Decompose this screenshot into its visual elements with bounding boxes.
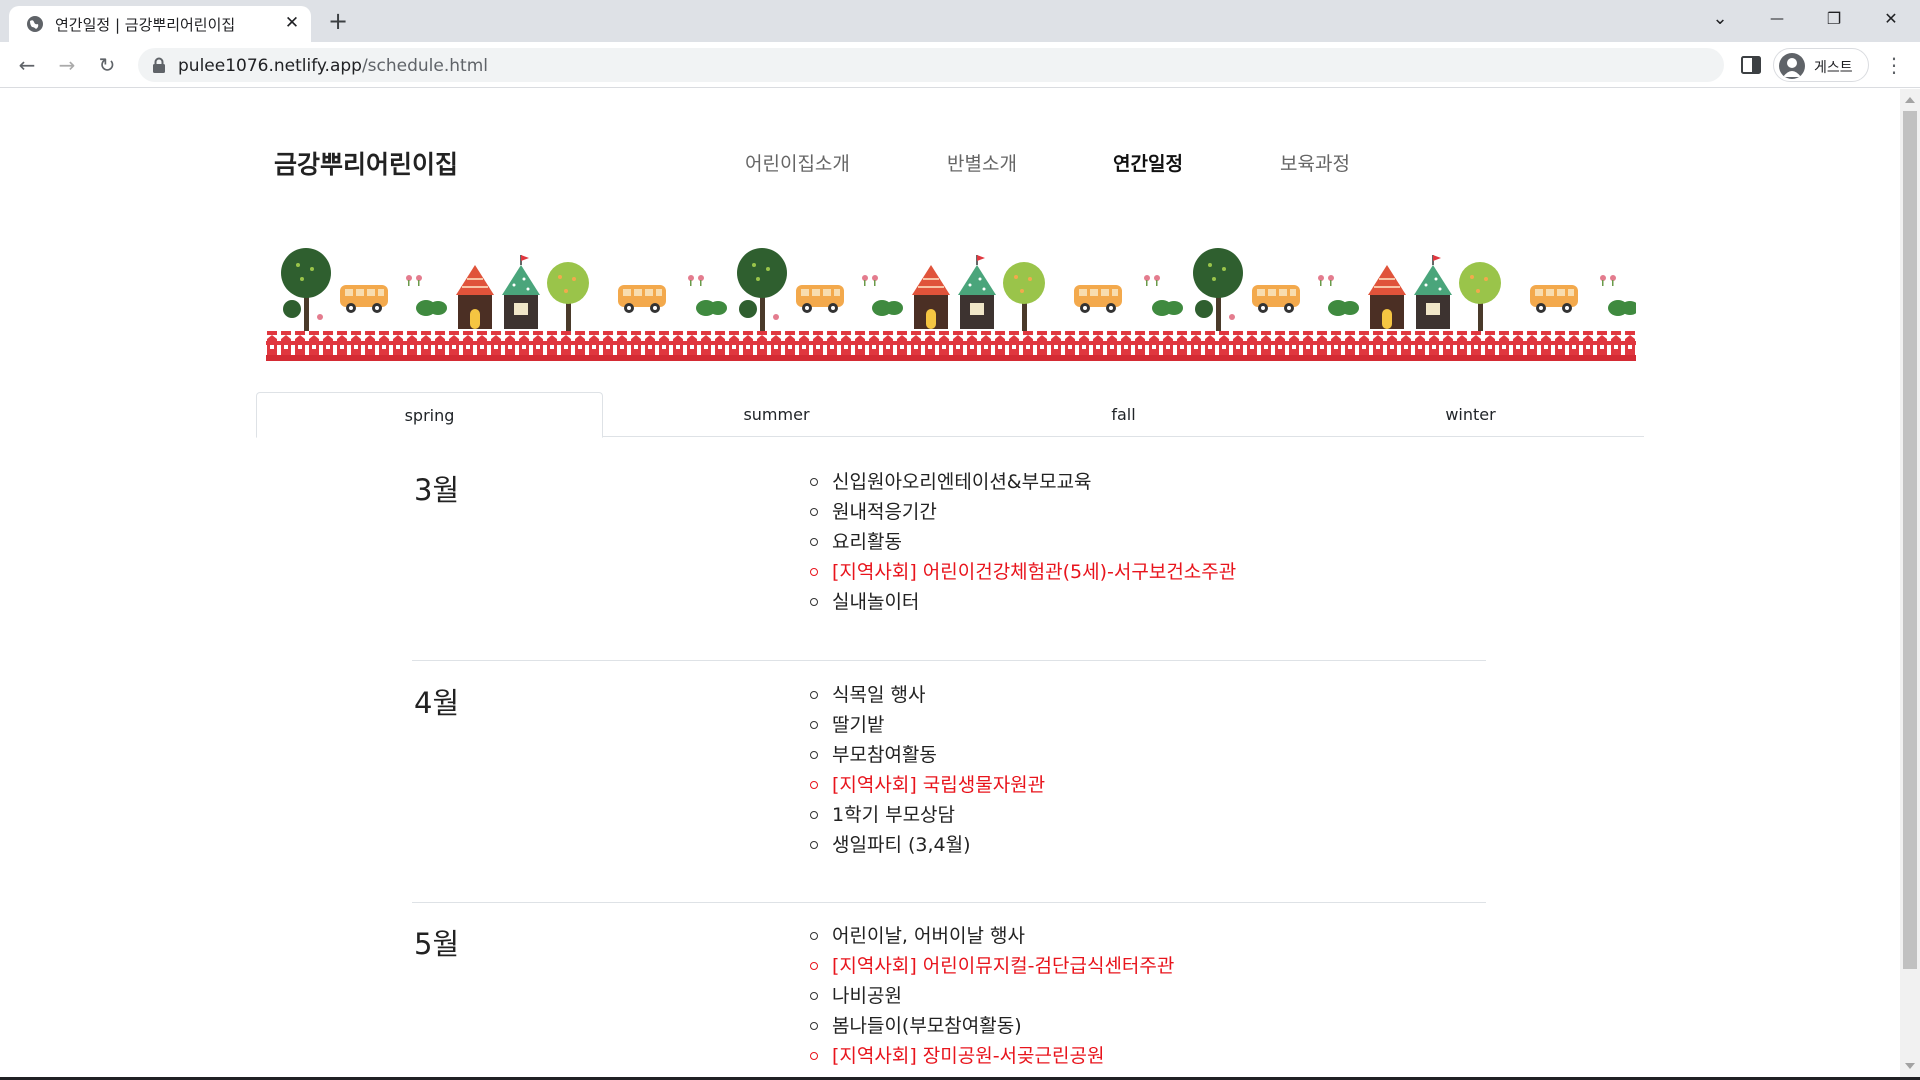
event-list: 어린이날, 어버이날 행사 [지역사회] 어린이뮤지컬-검단급식센터주관 나비공… (810, 921, 1174, 1071)
page-scrollbar[interactable] (1900, 89, 1920, 1077)
page-viewport: 금강뿌리어린이집 어린이집소개 반별소개 연간일정 보육과정 spring su… (0, 89, 1900, 1077)
event-item-community: [지역사회] 국립생물자원관 (810, 770, 1045, 800)
address-url: pulee1076.netlify.app/schedule.html (178, 56, 488, 76)
month-section: 3월 신입원아오리엔테이션&부모교육 원내적응기간 요리활동 [지역사회] 어린… (412, 467, 1486, 661)
village-banner-image (266, 248, 1636, 361)
lock-icon[interactable] (152, 57, 166, 73)
url-path: /schedule.html (361, 56, 488, 76)
month-title: 5월 (414, 927, 460, 961)
event-item: 식목일 행사 (810, 680, 1045, 710)
event-item: 어린이날, 어버이날 행사 (810, 921, 1174, 951)
browser-tab[interactable]: 연간일정 | 금강뿌리어린이집 ✕ (9, 6, 311, 42)
browser-tab-strip: 연간일정 | 금강뿌리어린이집 ✕ + ⌄ — ❐ ✕ (0, 0, 1920, 42)
tab-spring[interactable]: spring (256, 392, 603, 438)
restore-window-button[interactable]: ❐ (1814, 4, 1854, 34)
close-window-button[interactable]: ✕ (1871, 4, 1911, 34)
browser-toolbar: ← → ↻ pulee1076.netlify.app/schedule.htm… (0, 42, 1920, 88)
globe-icon (27, 16, 43, 32)
event-list: 식목일 행사 딸기밭 부모참여활동 [지역사회] 국립생물자원관 1학기 부모상… (810, 680, 1045, 860)
event-item: 원내적응기간 (810, 497, 1236, 527)
profile-button[interactable]: 게스트 (1773, 48, 1869, 82)
event-item-community: [지역사회] 어린이뮤지컬-검단급식센터주관 (810, 951, 1174, 981)
nav-curriculum[interactable]: 보육과정 (1280, 149, 1350, 176)
event-item: 생일파티 (3,4월) (810, 830, 1045, 860)
month-section: 5월 어린이날, 어버이날 행사 [지역사회] 어린이뮤지컬-검단급식센터주관 … (412, 921, 1486, 1077)
tab-search-icon[interactable]: ⌄ (1700, 4, 1740, 34)
nav-intro[interactable]: 어린이집소개 (745, 149, 850, 176)
month-title: 3월 (414, 473, 460, 507)
site-logo[interactable]: 금강뿌리어린이집 (274, 145, 458, 181)
event-list: 신입원아오리엔테이션&부모교육 원내적응기간 요리활동 [지역사회] 어린이건강… (810, 467, 1236, 617)
tab-summer[interactable]: summer (603, 392, 950, 437)
reload-button[interactable]: ↻ (91, 49, 123, 81)
nav-schedule[interactable]: 연간일정 (1113, 149, 1183, 176)
back-button[interactable]: ← (11, 49, 43, 81)
forward-button[interactable]: → (51, 49, 83, 81)
season-tabs: spring summer fall winter (256, 392, 1644, 438)
side-panel-icon[interactable] (1740, 54, 1762, 76)
event-item: 딸기밭 (810, 710, 1045, 740)
village-group (1193, 248, 1636, 331)
tab-fall[interactable]: fall (950, 392, 1297, 437)
event-item: 1학기 부모상담 (810, 800, 1045, 830)
fence-icon (266, 331, 1636, 361)
event-item: 신입원아오리엔테이션&부모교육 (810, 467, 1236, 497)
event-item: 부모참여활동 (810, 740, 1045, 770)
avatar-icon (1779, 53, 1805, 79)
profile-label: 게스트 (1814, 60, 1853, 76)
url-host: pulee1076.netlify.app (178, 56, 362, 76)
browser-menu-icon[interactable]: ⋮ (1882, 51, 1906, 79)
month-section: 4월 식목일 행사 딸기밭 부모참여활동 [지역사회] 국립생물자원관 1학기 … (412, 680, 1486, 903)
browser-tab-title: 연간일정 | 금강뿌리어린이집 (55, 16, 236, 34)
event-item: 나비공원 (810, 981, 1174, 1011)
close-tab-icon[interactable]: ✕ (281, 12, 303, 34)
event-item: 요리활동 (810, 527, 1236, 557)
address-bar[interactable]: pulee1076.netlify.app/schedule.html (138, 48, 1724, 82)
scroll-down-icon[interactable] (1905, 1063, 1915, 1069)
tab-winter[interactable]: winter (1297, 392, 1644, 437)
event-item: 봄나들이(부모참여활동) (810, 1011, 1174, 1041)
scroll-up-icon[interactable] (1905, 97, 1915, 103)
event-item-community: [지역사회] 어린이건강체험관(5세)-서구보건소주관 (810, 557, 1236, 587)
minimize-window-button[interactable]: — (1757, 4, 1797, 34)
new-tab-button[interactable]: + (324, 8, 352, 36)
village-group (281, 248, 727, 331)
event-item: 실내놀이터 (810, 587, 1236, 617)
scrollbar-thumb[interactable] (1903, 111, 1917, 969)
event-item-community: [지역사회] 장미공원-서곶근린공원 (810, 1041, 1174, 1071)
month-title: 4월 (414, 686, 460, 720)
village-group (737, 248, 1183, 331)
nav-classes[interactable]: 반별소개 (947, 149, 1017, 176)
